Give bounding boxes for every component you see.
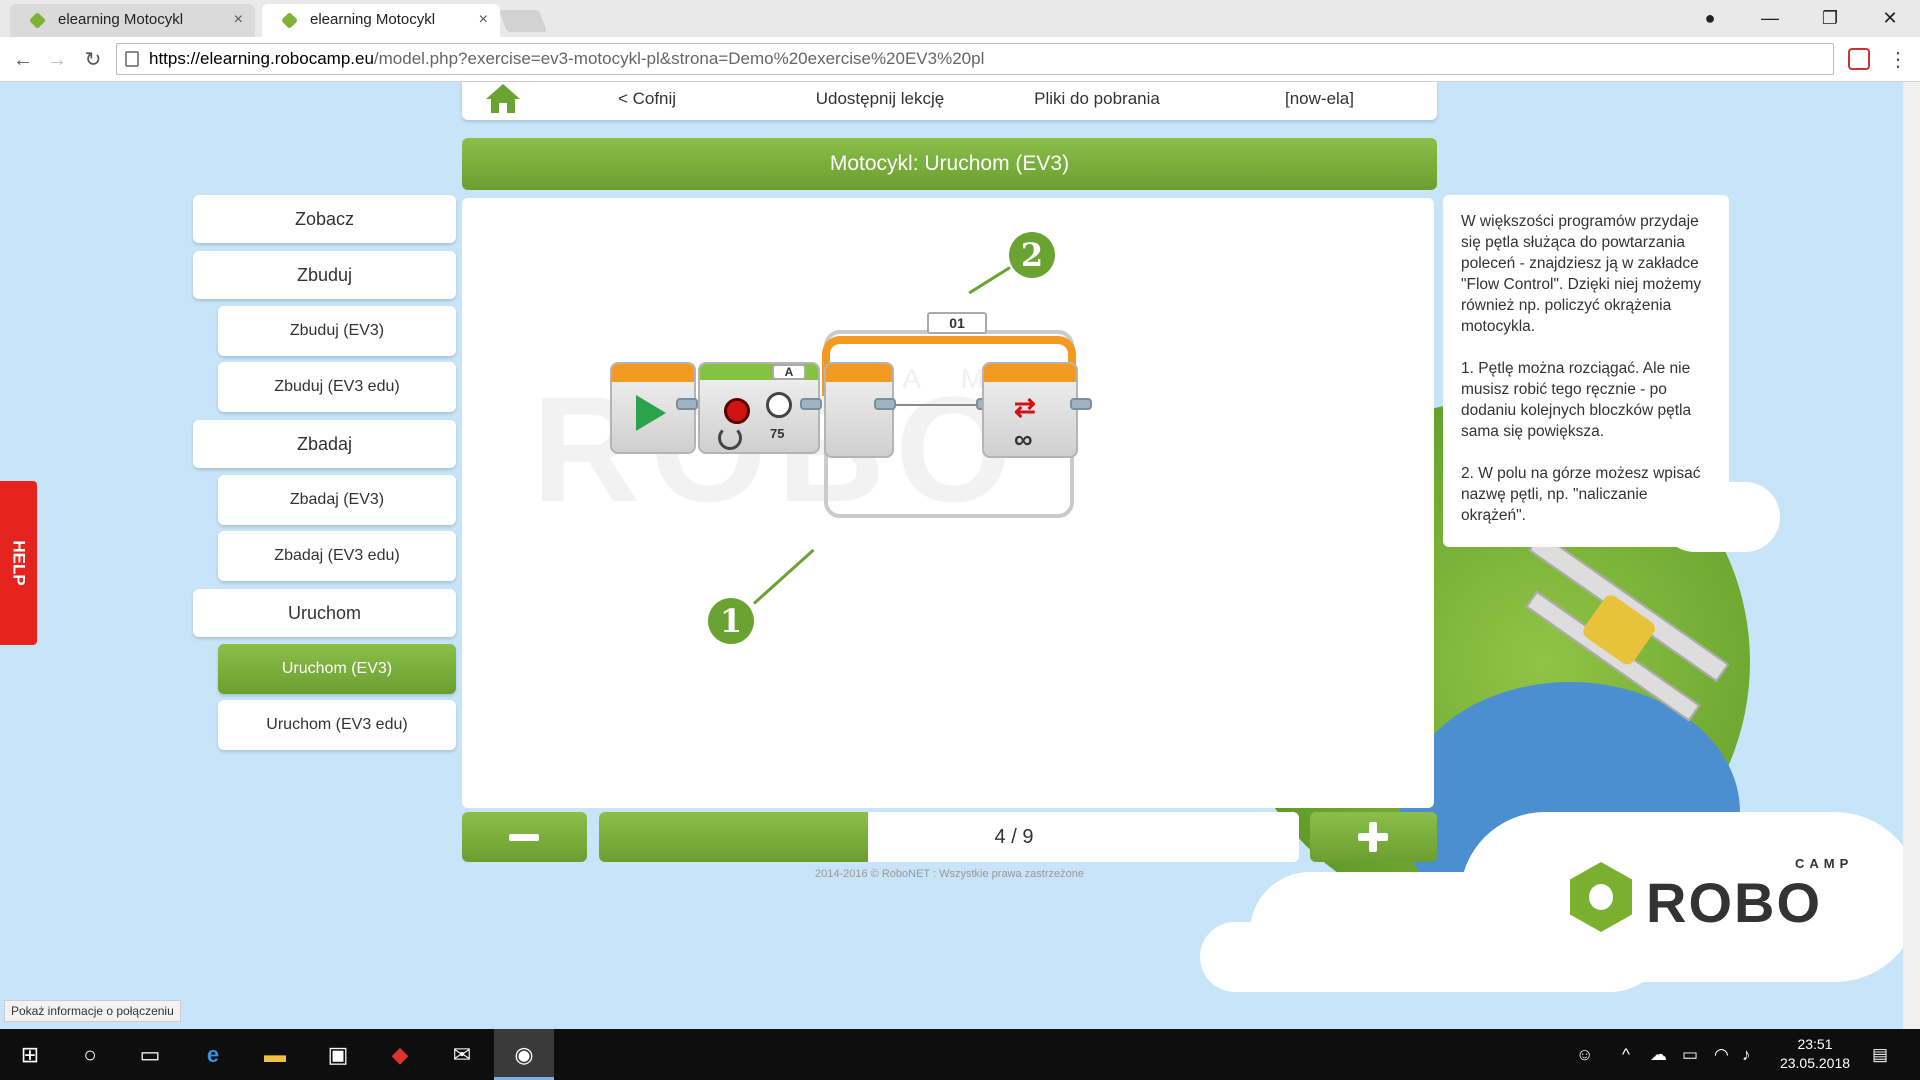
url-host: https://elearning.robocamp.eu <box>149 49 374 68</box>
battery-icon[interactable]: ▭ <box>1682 1029 1698 1080</box>
store-icon[interactable]: ▣ <box>308 1029 368 1080</box>
profile-icon[interactable]: ● <box>1680 0 1740 37</box>
sidebar-item-zbadaj-ev3-edu[interactable]: Zbadaj (EV3 edu) <box>218 531 456 581</box>
user-link[interactable]: [now-ela] <box>1262 82 1377 118</box>
people-icon[interactable]: ☺ <box>1576 1029 1593 1080</box>
sequence-wire <box>896 404 986 406</box>
browser-tab-2[interactable]: elearning Motocykl × <box>262 4 500 37</box>
help-label: HELP <box>9 540 29 586</box>
annotation-marker-1: 1 <box>708 598 754 644</box>
progress-bar: 4 / 9 <box>599 812 1299 862</box>
logo-word: ROBO <box>1646 871 1822 934</box>
sidebar-item-zbuduj-ev3[interactable]: Zbuduj (EV3) <box>218 306 456 356</box>
back-arrow-icon[interactable]: ← <box>8 45 38 75</box>
instruction-panel: W większości programów przydaje się pętl… <box>1443 195 1729 547</box>
infinity-icon: ∞ <box>1014 424 1033 454</box>
back-link[interactable]: < Cofnij <box>592 82 702 118</box>
mail-icon[interactable]: ✉ <box>432 1029 492 1080</box>
sidebar-item-uruchom-ev3[interactable]: Uruchom (EV3) <box>218 644 456 694</box>
browser-tab-1[interactable]: elearning Motocykl × <box>10 4 255 37</box>
block-connector <box>874 398 896 410</box>
chrome-icon[interactable]: ◉ <box>494 1029 554 1080</box>
reload-icon[interactable]: ↻ <box>78 45 108 75</box>
block-connector <box>800 398 822 410</box>
motor-icon <box>724 398 750 424</box>
loop-name-field[interactable]: 01 <box>927 312 987 334</box>
notifications-icon[interactable]: ▤ <box>1872 1029 1888 1080</box>
loop-repeat-icon: ⇄ <box>1014 392 1036 422</box>
close-tab-icon[interactable]: × <box>234 4 243 36</box>
site-favicon-icon <box>281 12 298 29</box>
annotation-arrow-1 <box>752 548 815 605</box>
status-bubble: Pokaż informacje o połączeniu <box>4 1000 181 1022</box>
progress-label: 4 / 9 <box>994 826 1034 848</box>
new-tab-button[interactable] <box>498 10 548 32</box>
port-label[interactable]: A <box>772 364 806 380</box>
annotation-marker-2: 2 <box>1009 232 1055 278</box>
page-viewport: ROBO CAMP < Cofnij Udostępnij lekcję Pli… <box>0 82 1920 1029</box>
power-value[interactable]: 75 <box>770 426 784 441</box>
logo-camp: CAMP <box>1795 856 1854 871</box>
url-field[interactable]: https://elearning.robocamp.eu/model.php?… <box>116 43 1834 75</box>
annotation-arrow-2 <box>968 266 1011 295</box>
sidebar-item-zbuduj-ev3-edu[interactable]: Zbuduj (EV3 edu) <box>218 362 456 412</box>
close-tab-icon[interactable]: × <box>479 4 488 36</box>
address-toolbar: ← → ↻ https://elearning.robocamp.eu/mode… <box>0 37 1920 82</box>
sidebar-item-uruchom-ev3-edu[interactable]: Uruchom (EV3 edu) <box>218 700 456 750</box>
loop-start-block[interactable] <box>824 362 894 458</box>
onedrive-icon[interactable]: ☁ <box>1650 1029 1667 1080</box>
tab-title: elearning Motocykl <box>310 11 436 28</box>
home-icon[interactable] <box>486 84 520 114</box>
wifi-icon[interactable]: ◠ <box>1714 1029 1729 1080</box>
on-mode-icon <box>718 426 742 450</box>
start-icon[interactable]: ⊞ <box>0 1029 60 1080</box>
downloads-link[interactable]: Pliki do pobrania <box>1007 82 1187 118</box>
previous-step-button[interactable] <box>462 812 587 862</box>
task-view-icon[interactable]: ▭ <box>120 1029 180 1080</box>
browser-menu-icon[interactable]: ⋮ <box>1888 47 1908 72</box>
page-scrollbar[interactable] <box>1903 82 1920 1029</box>
browser-tab-strip: elearning Motocykl × elearning Motocykl … <box>0 0 1920 37</box>
tray-chevron-icon[interactable]: ^ <box>1622 1029 1630 1080</box>
next-step-button[interactable] <box>1310 812 1437 862</box>
copyright-footer: 2014-2016 © RoboNET : Wszystkie prawa za… <box>815 868 1084 880</box>
taskbar-clock[interactable]: 23:51 23.05.2018 <box>1765 1035 1865 1073</box>
mcafee-icon[interactable]: ◆ <box>370 1029 430 1080</box>
search-icon[interactable]: ○ <box>60 1029 120 1080</box>
minimize-button[interactable]: — <box>1740 0 1800 37</box>
power-gauge-icon <box>766 392 792 418</box>
page-title: Motocykl: Uruchom (EV3) <box>462 138 1437 190</box>
share-lesson-link[interactable]: Udostępnij lekcję <box>790 82 970 118</box>
site-favicon-icon <box>29 12 46 29</box>
sidebar-item-zbadaj[interactable]: Zbadaj <box>193 420 456 468</box>
block-connector <box>1070 398 1092 410</box>
clock-time: 23:51 <box>1797 1036 1833 1052</box>
windows-taskbar: ⊞ ○ ▭ e ▬ ▣ ◆ ✉ ◉ ☺ ^ ☁ ▭ ◠ ♪ 23:51 23.0… <box>0 1029 1920 1080</box>
plus-icon-vertical <box>1369 822 1377 852</box>
lesson-content: ROBO CAMP A 75 01 ⇄ ∞ <box>462 198 1434 808</box>
loop-end-block[interactable]: ⇄ ∞ <box>982 362 1078 458</box>
file-explorer-icon[interactable]: ▬ <box>245 1029 305 1080</box>
help-tab[interactable]: HELP <box>0 481 37 645</box>
lock-icon <box>125 51 139 67</box>
extension-shield-icon[interactable] <box>1848 48 1870 70</box>
sidebar-item-zbadaj-ev3[interactable]: Zbadaj (EV3) <box>218 475 456 525</box>
minus-icon <box>509 834 539 841</box>
close-window-button[interactable]: ✕ <box>1860 0 1920 37</box>
sidebar-item-zbuduj[interactable]: Zbuduj <box>193 251 456 299</box>
sidebar-item-uruchom[interactable]: Uruchom <box>193 589 456 637</box>
tab-title: elearning Motocykl <box>58 11 184 28</box>
forward-arrow-icon[interactable]: → <box>42 45 72 75</box>
maximize-button[interactable]: ❐ <box>1800 0 1860 37</box>
sidebar-item-zobacz[interactable]: Zobacz <box>193 195 456 243</box>
clock-date: 23.05.2018 <box>1779 1055 1851 1071</box>
play-icon <box>636 395 666 431</box>
top-navigation: < Cofnij Udostępnij lekcję Pliki do pobr… <box>462 82 1437 120</box>
url-path: /model.php?exercise=ev3-motocykl-pl&stro… <box>373 49 985 68</box>
cloud-illustration <box>1200 922 1450 992</box>
edge-icon[interactable]: e <box>183 1029 243 1080</box>
block-connector <box>676 398 698 410</box>
volume-icon[interactable]: ♪ <box>1742 1029 1751 1080</box>
